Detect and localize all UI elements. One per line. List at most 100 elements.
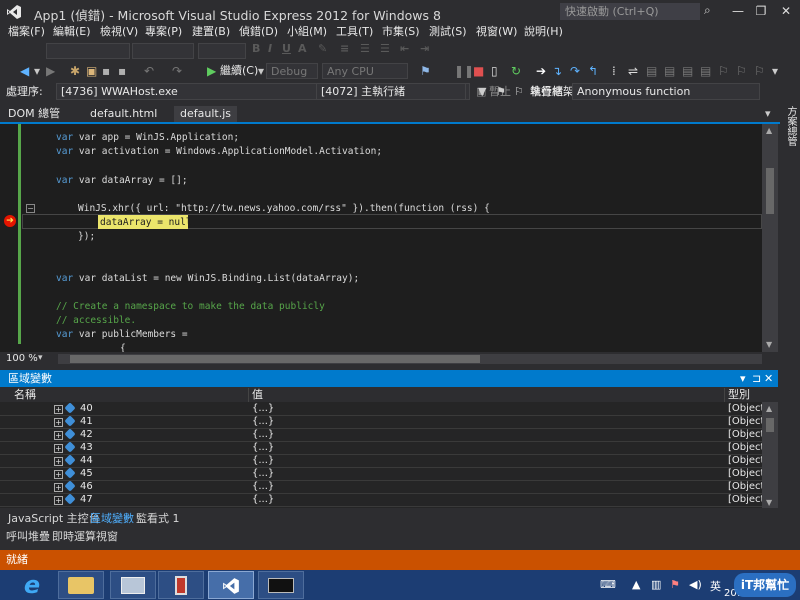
hex-display-icon[interactable]: ⁞ — [612, 63, 616, 79]
table-row[interactable]: + 46 {...} [Object, — [0, 480, 768, 494]
table-row[interactable]: + 45 {...} [Object, — [0, 467, 768, 481]
breakpoint-arrow-icon[interactable]: ➔ — [4, 215, 16, 227]
expand-icon[interactable]: + — [54, 444, 63, 453]
tab-default-html[interactable]: default.html — [90, 106, 157, 122]
restart-icon[interactable]: ↻ — [511, 63, 521, 79]
pin-icon[interactable]: ⊐ — [752, 370, 761, 387]
network-icon[interactable]: ▥ — [651, 578, 661, 591]
font-size-dropdown[interactable] — [198, 43, 246, 59]
save-all-icon[interactable]: ▪ — [118, 63, 126, 79]
toolbar-overflow-icon[interactable]: ▾ — [772, 63, 778, 79]
show-hidden-icons[interactable]: ▲ — [632, 578, 640, 591]
internet-explorer-icon[interactable]: e — [14, 571, 50, 599]
column-name-header[interactable]: 名稱 — [14, 388, 36, 402]
comment-icon[interactable]: ▤ — [646, 63, 657, 79]
new-project-icon[interactable]: ✱ — [70, 63, 80, 79]
threads-icon[interactable]: ⇌ — [628, 63, 638, 79]
remote-desktop-taskbar-button[interactable] — [110, 571, 156, 599]
locals-close-icon[interactable]: ✕ — [764, 370, 773, 387]
solution-explorer-tab[interactable]: 方案總管 — [782, 106, 796, 146]
table-row[interactable]: + 41 {...} [Object, — [0, 415, 768, 429]
locals-scroll-thumb[interactable] — [766, 418, 774, 432]
filter-icon[interactable]: ▼ — [478, 85, 486, 99]
prev-bookmark-icon[interactable]: ⚐ — [736, 63, 747, 79]
expand-icon[interactable]: + — [54, 457, 63, 466]
tab-call-stack[interactable]: 呼叫堆疊 — [6, 530, 50, 544]
menu-project[interactable]: 專案(P) — [145, 24, 182, 40]
locals-scroll-up-icon[interactable]: ▲ — [766, 404, 772, 413]
menu-debug[interactable]: 偵錯(D) — [239, 24, 278, 40]
open-file-icon[interactable]: ▣ — [86, 63, 97, 79]
forward-icon[interactable]: ▶ — [46, 63, 55, 79]
step-over-icon[interactable]: ↷ — [570, 63, 580, 79]
next-bookmark-icon[interactable]: ⚐ — [754, 63, 765, 79]
configuration-dropdown[interactable]: Debug — [266, 63, 318, 79]
numbering-icon[interactable]: ☰ — [380, 42, 390, 55]
align-left-icon[interactable]: ≡ — [340, 42, 349, 55]
redo-icon[interactable]: ↷ — [172, 63, 182, 79]
table-row[interactable]: + 44 {...} [Object, — [0, 454, 768, 468]
locals-dropdown-icon[interactable]: ▾ — [740, 370, 746, 387]
platform-dropdown[interactable]: Any CPU — [322, 63, 408, 79]
menu-help[interactable]: 說明(H) — [524, 24, 563, 40]
editor-vertical-scrollbar[interactable] — [762, 124, 778, 352]
tab-dom-explorer[interactable]: DOM 總管 — [8, 106, 60, 122]
bold-icon[interactable]: B — [252, 42, 260, 55]
menu-test[interactable]: 測試(S) — [429, 24, 467, 40]
menu-tools[interactable]: 工具(T) — [336, 24, 373, 40]
table-row[interactable]: + 40 {...} [Object, — [0, 402, 768, 416]
step-out-icon[interactable]: ↰ — [588, 63, 598, 79]
break-all-icon[interactable]: ❚❚ — [454, 63, 474, 79]
bookmark-icon[interactable]: ⚐ — [718, 63, 729, 79]
locals-scroll-down-icon[interactable]: ▼ — [766, 498, 772, 507]
uncomment-icon[interactable]: ▤ — [664, 63, 675, 79]
column-value-header[interactable]: 值 — [252, 388, 263, 402]
attach-icon[interactable]: ⚑ — [420, 63, 431, 79]
tab-immediate-window[interactable]: 即時運算視窗 — [52, 530, 118, 544]
back-dropdown-icon[interactable]: ▾ — [34, 63, 40, 79]
back-icon[interactable]: ◀ — [20, 63, 29, 79]
tab-list-icon[interactable]: ▾ — [765, 106, 771, 122]
font-color-icon[interactable]: A — [298, 42, 307, 55]
expand-icon[interactable]: + — [54, 418, 63, 427]
element-dropdown[interactable] — [46, 43, 130, 59]
menu-file[interactable]: 檔案(F) — [8, 24, 45, 40]
scroll-down-icon[interactable]: ▼ — [766, 340, 772, 349]
continue-icon[interactable]: ▶ — [207, 63, 216, 79]
thread-dropdown[interactable]: [4072] 主執行緒 — [316, 83, 466, 100]
tab-locals[interactable]: 區域變數 — [90, 512, 134, 526]
command-prompt-taskbar-button[interactable] — [258, 571, 304, 599]
minimize-button[interactable]: — — [727, 2, 749, 20]
editor-horizontal-scroll-thumb[interactable] — [70, 355, 480, 363]
refresh-app-icon[interactable]: ▯ — [491, 63, 498, 79]
outdent-icon[interactable]: ⇤ — [400, 42, 409, 55]
outdent-icon-2[interactable]: ▤ — [700, 63, 711, 79]
quick-launch-input[interactable]: 快速啟動 (Ctrl+Q) — [560, 3, 700, 20]
column-type-header[interactable]: 型別 — [728, 388, 750, 402]
tab-javascript-console[interactable]: JavaScript 主控台 — [8, 512, 100, 526]
zoom-dropdown-icon[interactable]: ▾ — [38, 353, 43, 363]
tab-default-js[interactable]: default.js — [174, 106, 237, 122]
restore-button[interactable]: ❐ — [750, 2, 772, 20]
step-into-icon[interactable]: ↴ — [552, 63, 562, 79]
menu-build[interactable]: 建置(B) — [192, 24, 230, 40]
stop-icon[interactable]: ■ — [473, 63, 484, 79]
indent-icon-2[interactable]: ▤ — [682, 63, 693, 79]
editor-vertical-scroll-thumb[interactable] — [766, 168, 774, 214]
expand-icon[interactable]: + — [54, 496, 63, 505]
continue-dropdown-icon[interactable]: ▾ — [258, 63, 264, 79]
close-button[interactable]: ✕ — [775, 2, 797, 20]
search-icon[interactable]: ⌕ — [704, 3, 711, 18]
table-row[interactable]: + 47 {...} [Object, — [0, 493, 768, 507]
file-explorer-taskbar-button[interactable] — [58, 571, 104, 599]
expand-icon[interactable]: + — [54, 405, 63, 414]
simulator-taskbar-button[interactable] — [158, 571, 204, 599]
keyboard-icon[interactable]: ⌨ — [600, 578, 616, 591]
tab-watch-1[interactable]: 監看式 1 — [136, 512, 180, 526]
save-icon[interactable]: ▪ — [102, 63, 110, 79]
menu-store[interactable]: 市集(S) — [382, 24, 420, 40]
menu-edit[interactable]: 編輯(E) — [53, 24, 91, 40]
menu-team[interactable]: 小組(M) — [287, 24, 327, 40]
zoom-level[interactable]: 100 % — [6, 353, 38, 364]
action-center-icon[interactable]: ⚑ — [670, 578, 680, 591]
